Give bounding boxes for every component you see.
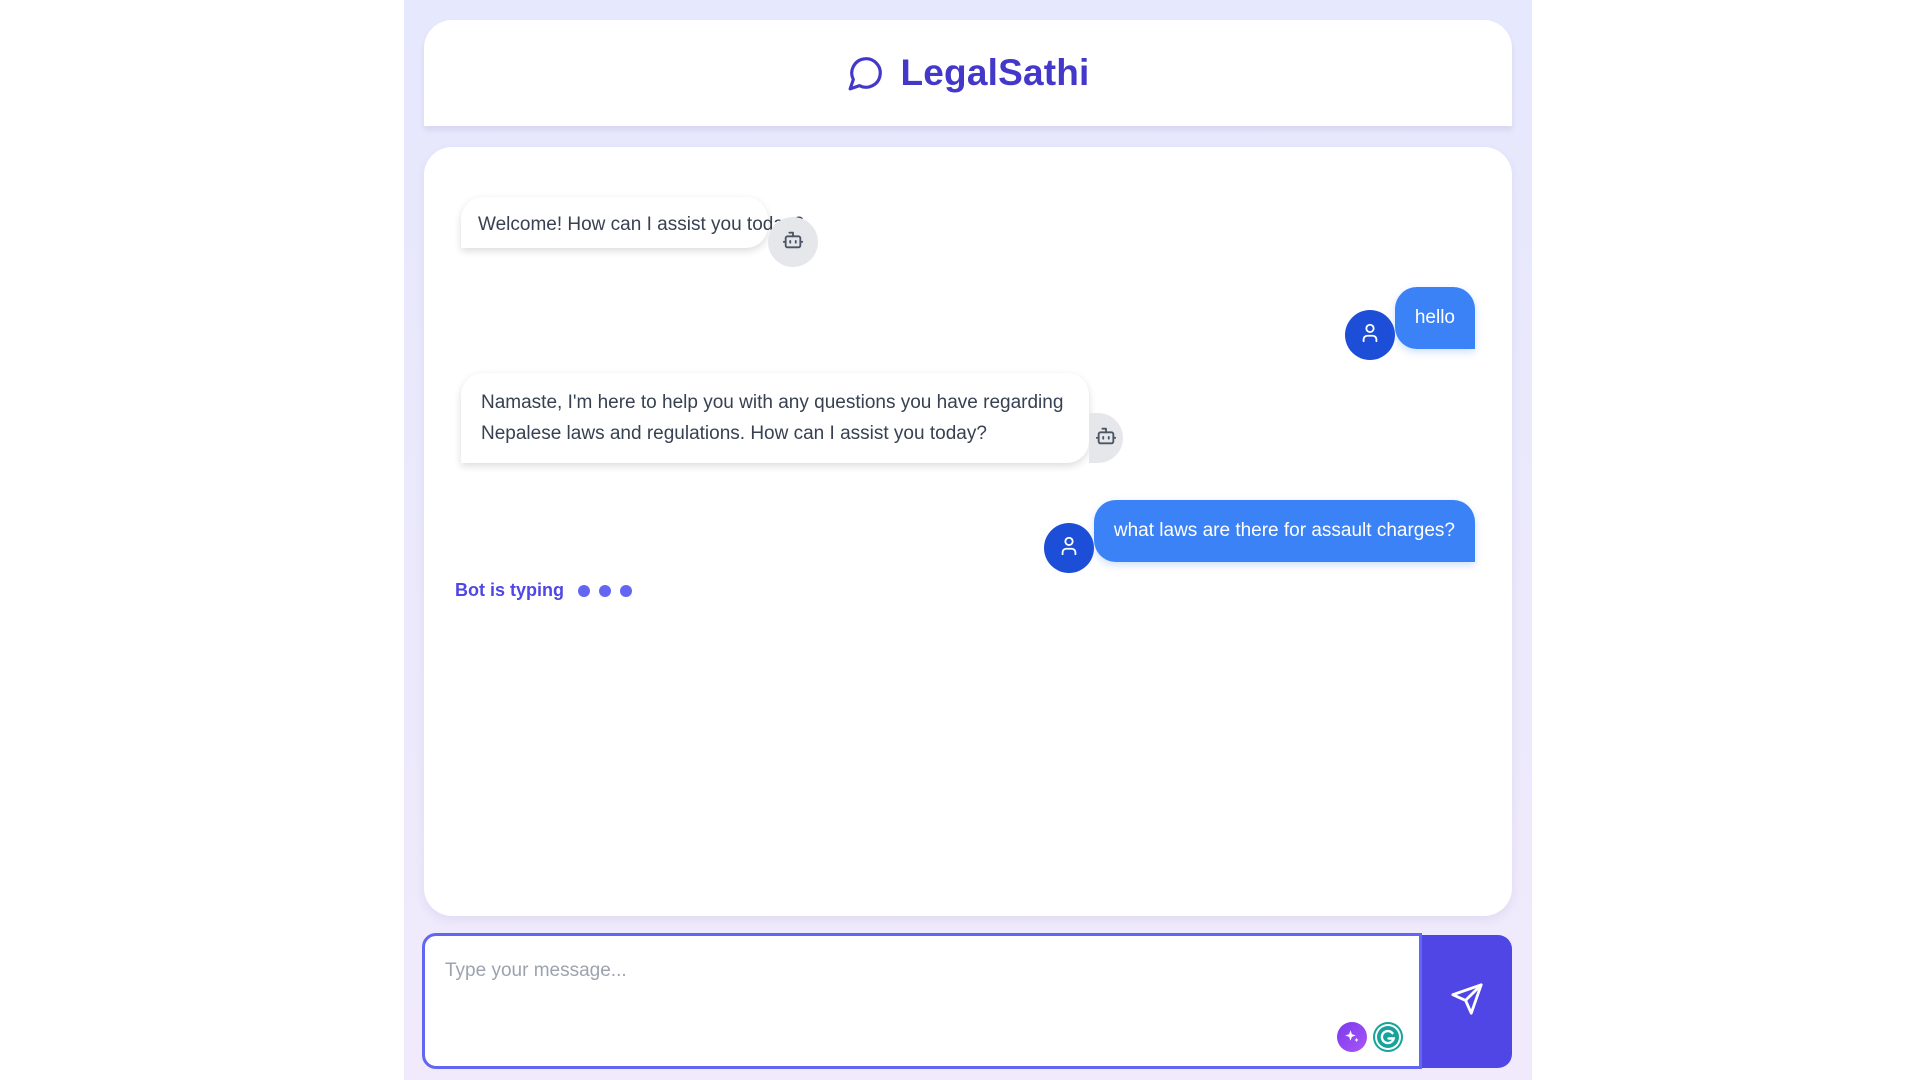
bot-icon	[1095, 425, 1117, 452]
user-avatar	[1344, 310, 1395, 360]
bot-avatar	[768, 217, 818, 267]
bot-message: Welcome! How can I assist you today?	[461, 177, 818, 267]
bot-message: Namaste, I'm here to help you with any q…	[461, 373, 1123, 463]
user-message-bubble: what laws are there for assault charges?	[1093, 500, 1475, 562]
app-header: LegalSathi	[424, 20, 1512, 126]
send-icon	[1450, 982, 1484, 1021]
bot-message-bubble: Welcome! How can I assist you today?	[461, 196, 804, 248]
typing-label: Bot is typing	[455, 580, 564, 600]
message-text: Namaste, I'm here to help you with any q…	[481, 392, 1064, 444]
message-circle-icon	[846, 53, 886, 93]
send-button[interactable]	[1422, 935, 1512, 1068]
extension-icons	[1337, 1022, 1403, 1052]
bot-icon	[782, 229, 804, 256]
message-input-container	[422, 933, 1422, 1069]
typing-dot	[620, 584, 632, 597]
typing-dot	[578, 584, 590, 597]
message-text: Welcome! How can I assist you today?	[478, 214, 804, 235]
grammarly-icon[interactable]	[1373, 1022, 1403, 1052]
bot-avatar	[1089, 413, 1123, 463]
app-title: LegalSathi	[900, 52, 1090, 93]
message-text: what laws are there for assault charges?	[1113, 520, 1455, 541]
user-message: hello	[1344, 276, 1475, 360]
user-message-bubble: hello	[1394, 287, 1475, 349]
typing-dot	[599, 584, 611, 597]
message-input[interactable]	[425, 936, 1419, 1066]
user-icon	[1058, 535, 1080, 562]
chat-window[interactable]: Welcome! How can I assist you today? hel…	[424, 147, 1512, 916]
user-avatar	[1043, 523, 1094, 573]
sparkle-extension-icon[interactable]	[1337, 1022, 1367, 1052]
message-text: hello	[1414, 307, 1455, 328]
user-message: what laws are there for assault charges?	[1043, 489, 1475, 573]
app-container: LegalSathi Welcome! How can I assist you…	[404, 0, 1532, 1080]
typing-indicator: Bot is typing	[455, 580, 632, 601]
bot-message-bubble: Namaste, I'm here to help you with any q…	[461, 373, 1089, 463]
typing-dots	[578, 584, 632, 597]
user-icon	[1359, 322, 1381, 349]
